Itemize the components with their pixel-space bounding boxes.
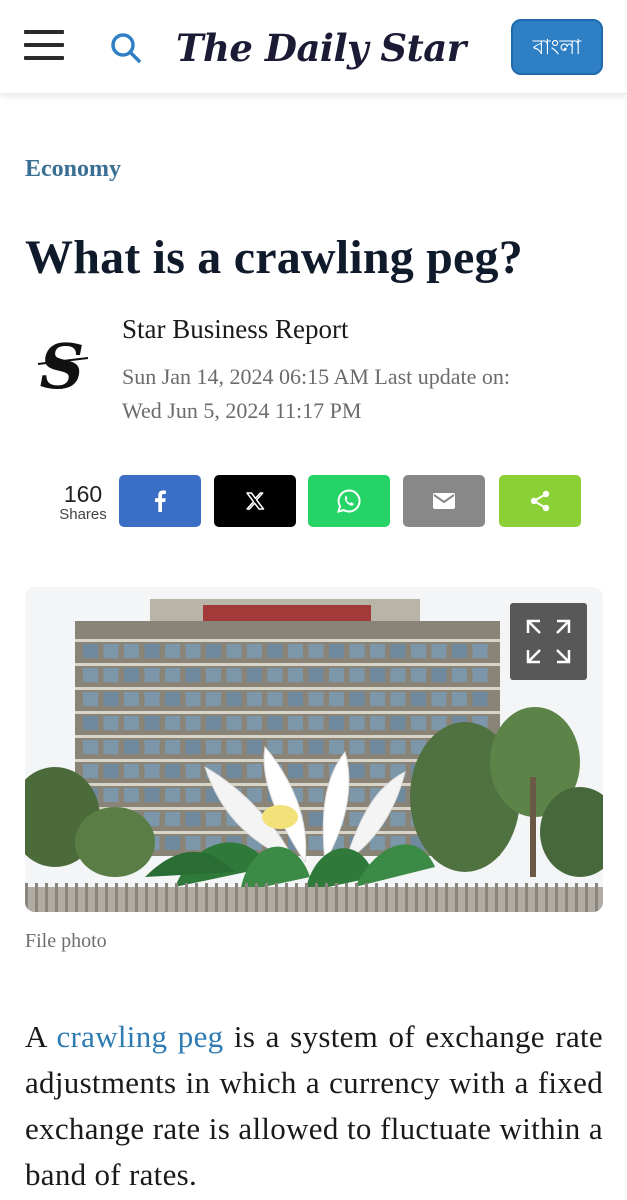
whatsapp-icon (337, 489, 361, 513)
image-caption: File photo (25, 930, 107, 952)
expand-image-icon[interactable] (510, 603, 587, 680)
article-lead-paragraph: A crawling peg is a system of exchange r… (25, 1014, 603, 1198)
share-count-number: 160 (63, 481, 103, 507)
author-name[interactable]: Star Business Report (122, 314, 349, 345)
menu-icon[interactable] (24, 30, 64, 64)
email-share-button[interactable] (403, 475, 485, 527)
published-date: Sun Jan 14, 2024 06:15 AM Last update on… (122, 364, 511, 389)
share-count: 160 Shares (50, 482, 116, 524)
author-logo-icon: S (30, 330, 94, 403)
article-category[interactable]: Economy (25, 156, 121, 183)
page-title: What is a crawling peg? (25, 231, 523, 284)
share-button[interactable] (499, 475, 581, 527)
facebook-share-button[interactable] (119, 475, 201, 527)
whatsapp-share-button[interactable] (308, 475, 390, 527)
site-logo[interactable]: The Daily Star (176, 20, 466, 76)
svg-text:S: S (40, 332, 85, 402)
updated-date: Wed Jun 5, 2024 11:17 PM (122, 398, 362, 423)
site-header: The Daily Star বাংলা (0, 0, 627, 94)
share-count-label: Shares (59, 506, 107, 523)
x-icon (246, 492, 265, 510)
facebook-icon (155, 490, 166, 512)
search-icon[interactable] (108, 30, 144, 66)
crawling-peg-link[interactable]: crawling peg (56, 1019, 223, 1054)
article-dates: Sun Jan 14, 2024 06:15 AM Last update on… (122, 360, 612, 428)
bangla-language-button[interactable]: বাংলা (511, 19, 603, 75)
x-share-button[interactable] (214, 475, 296, 527)
email-icon (433, 493, 455, 509)
lead-prefix: A (25, 1019, 57, 1054)
share-icon (530, 490, 550, 512)
